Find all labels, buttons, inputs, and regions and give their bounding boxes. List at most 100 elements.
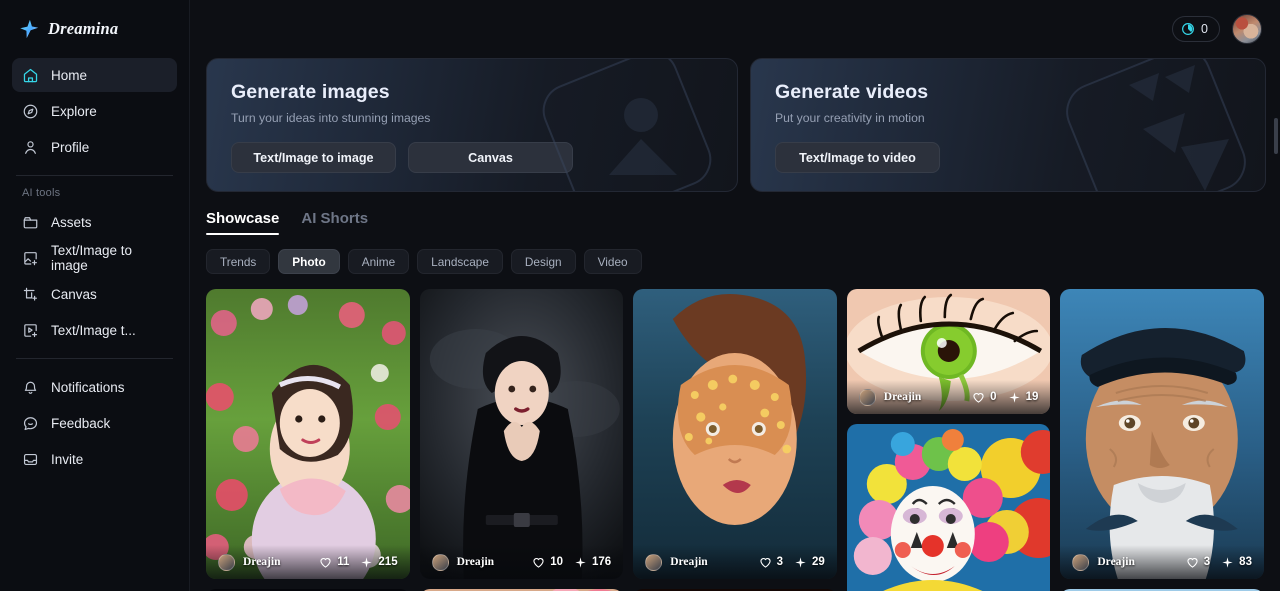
tab-showcase[interactable]: Showcase (206, 210, 280, 235)
heart-icon (533, 557, 544, 568)
filter-chips: Trends Photo Anime Landscape Design Vide… (190, 235, 1280, 274)
spark-stat[interactable]: 29 (794, 556, 825, 569)
sidebar-item-profile[interactable]: Profile (12, 130, 177, 164)
author-avatar (218, 553, 235, 571)
video-plus-icon (24, 323, 38, 337)
author-name: Dreajin (243, 556, 281, 568)
card-artwork (419, 289, 624, 579)
card-stats: 3 83 (1186, 556, 1252, 569)
sidebar-item-text-image-to-video[interactable]: Text/Image t... (12, 313, 177, 347)
tab-ai-shorts[interactable]: AI Shorts (301, 210, 368, 235)
chip-video[interactable]: Video (583, 249, 642, 274)
vertical-scrollbar[interactable] (1274, 118, 1278, 154)
grid-column: Dreajin 3 83 (1060, 289, 1264, 591)
like-stat[interactable]: 0 (972, 391, 997, 404)
sparkle-star-icon (20, 19, 39, 39)
heart-icon (320, 557, 331, 568)
sidebar-divider-top (16, 175, 173, 176)
generate-images-card: Generate images Turn your ideas into stu… (206, 58, 738, 192)
sidebar-item-notifications[interactable]: Notifications (12, 370, 177, 404)
generate-images-actions: Text/Image to image Canvas (231, 142, 713, 173)
credits-button[interactable]: 0 (1172, 16, 1220, 42)
spark-count: 83 (1239, 556, 1252, 568)
author-name: Dreajin (670, 556, 708, 568)
chip-design[interactable]: Design (510, 249, 576, 274)
avatar[interactable] (1232, 14, 1262, 44)
author-avatar (858, 388, 876, 406)
showcase-grid: Dreajin 11 215 Dreajin 10 176 Dreajin 3 … (190, 274, 1280, 591)
heart-icon (973, 392, 984, 403)
grid-column: Dreajin 10 176 (419, 289, 624, 591)
bell-icon (24, 381, 37, 394)
sparkle-icon (361, 556, 373, 568)
gallery-card[interactable]: Dreajin 3 29 (633, 289, 837, 579)
sidebar-item-feedback[interactable]: Feedback (12, 406, 177, 440)
chip-anime[interactable]: Anime (347, 249, 410, 274)
app-root: Dreamina Home Explore Profile AI tools A… (0, 0, 1280, 591)
sparkle-icon (795, 556, 806, 568)
like-stat[interactable]: 11 (319, 556, 349, 569)
spark-count: 176 (592, 556, 612, 568)
gallery-card[interactable] (846, 424, 1051, 591)
sidebar-item-label: Feedback (51, 415, 111, 431)
sparkle-icon (575, 556, 586, 568)
sparkle-icon (1222, 556, 1233, 568)
generate-videos-actions: Text/Image to video (775, 142, 1241, 173)
like-stat[interactable]: 3 (1186, 556, 1210, 569)
card-meta: Dreajin 3 83 (1060, 545, 1264, 579)
chip-landscape[interactable]: Landscape (417, 249, 503, 274)
card-artwork (206, 289, 410, 579)
sidebar-item-text-image-to-image[interactable]: Text/Image to image (12, 241, 177, 275)
gallery-card[interactable]: Dreajin 10 176 (419, 289, 624, 579)
text-image-to-video-button[interactable]: Text/Image to video (775, 142, 940, 173)
spark-count: 19 (1025, 391, 1039, 403)
card-meta: Dreajin 11 215 (206, 545, 410, 579)
gallery-card[interactable]: Dreajin 0 19 (846, 289, 1051, 414)
spark-stat[interactable]: 19 (1008, 391, 1039, 404)
card-artwork (633, 289, 837, 579)
sidebar-item-canvas[interactable]: Canvas (12, 277, 177, 311)
generate-videos-title: Generate videos (775, 81, 929, 103)
spark-stat[interactable]: 83 (1221, 556, 1252, 569)
gallery-card[interactable]: Dreajin 3 83 (1060, 289, 1264, 579)
author-name: Dreajin (883, 391, 922, 403)
credits-value: 0 (1201, 22, 1208, 36)
main-content: 0 Generate images Turn your ideas into s… (190, 0, 1280, 591)
card-stats: 0 19 (972, 391, 1038, 404)
gallery-card[interactable]: Dreajin 11 215 (206, 289, 410, 579)
sidebar-item-label: Home (51, 67, 88, 83)
spark-stat[interactable]: 176 (574, 556, 611, 569)
brand-name: Dreamina (48, 19, 119, 38)
sidebar-item-label: Notifications (51, 379, 125, 395)
text-image-to-image-button[interactable]: Text/Image to image (231, 142, 396, 173)
like-count: 11 (337, 556, 350, 568)
spark-stat[interactable]: 215 (360, 556, 398, 569)
sidebar-item-invite[interactable]: Invite (12, 442, 177, 476)
sidebar-item-label: Explore (51, 103, 97, 119)
canvas-frame-icon (23, 287, 38, 301)
chat-bubble-icon (23, 416, 38, 430)
grid-column: Dreajin 11 215 (206, 289, 410, 591)
canvas-button[interactable]: Canvas (408, 142, 573, 173)
generate-images-subtitle: Turn your ideas into stunning images (231, 111, 431, 125)
sidebar-section-label: AI tools (22, 187, 61, 199)
sidebar-item-assets[interactable]: Assets (12, 205, 177, 239)
sidebar-item-explore[interactable]: Explore (12, 94, 177, 128)
like-stat[interactable]: 10 (532, 556, 563, 569)
home-icon (23, 68, 38, 82)
like-count: 3 (1203, 556, 1211, 568)
sidebar-primary-nav: Home Explore Profile (12, 58, 177, 164)
brand-logo[interactable]: Dreamina (12, 0, 177, 58)
sidebar-item-label: Assets (51, 214, 92, 230)
sidebar-item-home[interactable]: Home (12, 58, 177, 92)
chip-trends[interactable]: Trends (206, 249, 271, 274)
hero-row: Generate images Turn your ideas into stu… (190, 58, 1280, 192)
like-count: 3 (776, 556, 783, 568)
like-stat[interactable]: 3 (759, 556, 783, 569)
credit-coin-icon (1182, 23, 1194, 35)
chip-photo[interactable]: Photo (278, 249, 340, 274)
author-avatar (1072, 553, 1090, 571)
user-icon (25, 140, 36, 154)
sidebar-item-label: Text/Image to image (51, 243, 133, 273)
author-avatar (645, 553, 663, 571)
